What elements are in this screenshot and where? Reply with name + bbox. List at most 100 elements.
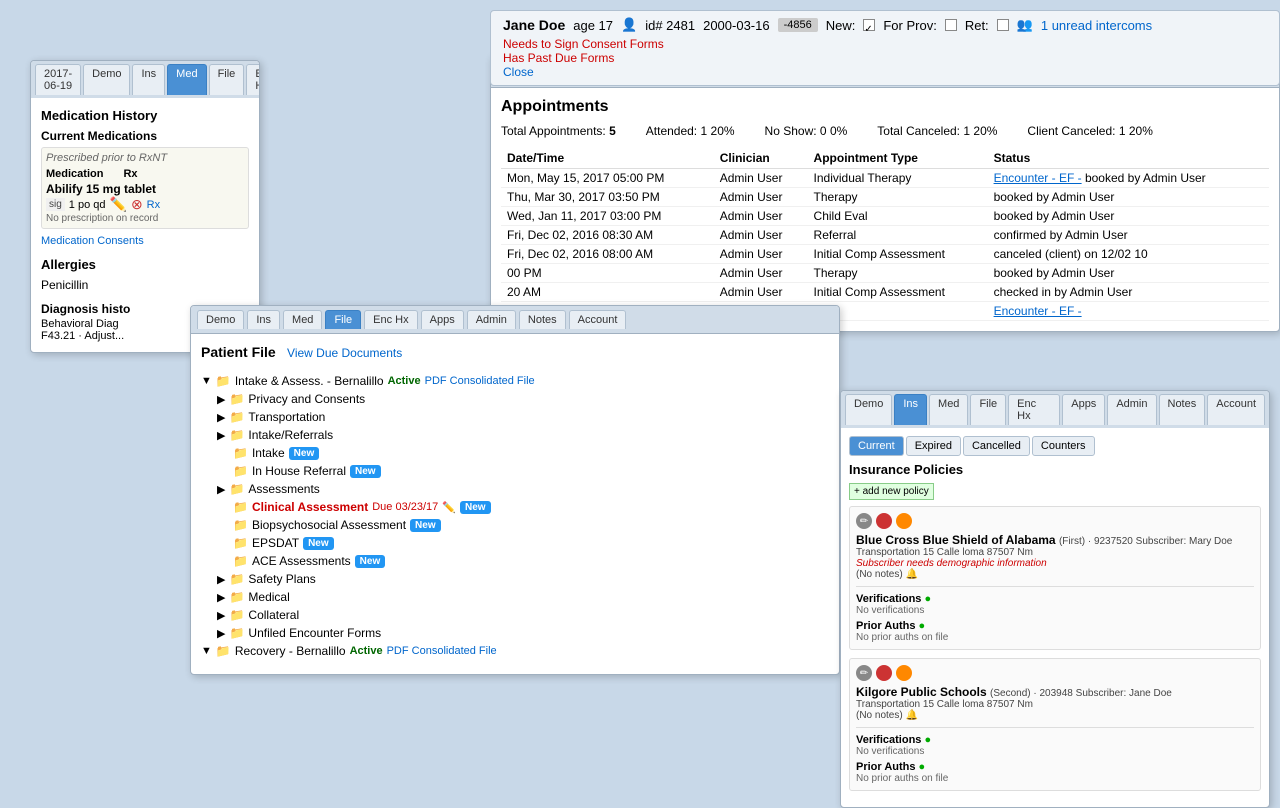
tab-med-file[interactable]: Med	[283, 310, 322, 329]
intercoms-count[interactable]: 1 unread intercoms	[1041, 18, 1152, 33]
tab-med-ins[interactable]: Med	[929, 394, 968, 425]
close-link[interactable]: Close	[503, 65, 1267, 79]
tab-ins-med[interactable]: Ins	[132, 64, 165, 95]
delete-icon[interactable]: ⊗	[131, 196, 143, 213]
tree-item-8[interactable]: 📁Biopsychosocial Assessment New	[201, 516, 829, 534]
ins-tab-current[interactable]: Current	[849, 436, 904, 456]
tab-ins-file[interactable]: Ins	[247, 310, 280, 329]
edit-icon[interactable]: ✏️	[110, 196, 127, 213]
rx-link[interactable]: Rx	[147, 199, 160, 211]
status-checkbox[interactable]	[863, 19, 875, 31]
tab-med-med[interactable]: Med	[167, 64, 206, 95]
appt-status: canceled (client) on 12/02 10	[988, 245, 1269, 264]
encounter-link-0[interactable]: Encounter - EF -	[994, 171, 1082, 185]
active-badge-0: Active	[388, 375, 421, 387]
tree-item-6[interactable]: ▶📁Assessments	[201, 480, 829, 498]
folder-icon-8: 📁	[233, 518, 248, 532]
alert-past-due[interactable]: Has Past Due Forms	[503, 51, 1267, 65]
edit-ins-icon-1[interactable]: ✏	[856, 665, 872, 681]
pdf-link-15[interactable]: PDF Consolidated File	[387, 645, 497, 657]
tree-label-10: ACE Assessments	[252, 554, 351, 568]
tree-item-11[interactable]: ▶📁Safety Plans	[201, 570, 829, 588]
add-policy-btn[interactable]: + add new policy	[849, 483, 934, 500]
appointments-table: Date/Time Clinician Appointment Type Sta…	[501, 148, 1269, 321]
tab-admin-ins[interactable]: Admin	[1107, 394, 1156, 425]
apps-panel: 2017-06-19 Demo Ins Med File Enc Hx Apps…	[490, 55, 1280, 332]
appt-clinician: Admin User	[714, 283, 808, 302]
tree-item-1[interactable]: ▶📁Privacy and Consents	[201, 390, 829, 408]
tab-file-ins[interactable]: File	[970, 394, 1006, 425]
tree-label-9: EPSDAT	[252, 536, 299, 550]
folder-icon-9: 📁	[233, 536, 248, 550]
policy-notes-1: (No notes) 🔔	[856, 710, 1254, 721]
tab-notes-ins[interactable]: Notes	[1159, 394, 1206, 425]
appt-row-5: 00 PM Admin User Therapy booked by Admin…	[501, 264, 1269, 283]
tree-item-7[interactable]: 📁Clinical Assessment Due 03/23/17 ✏️ New	[201, 498, 829, 516]
tab-date-med[interactable]: 2017-06-19	[35, 64, 81, 95]
encounter-link-7[interactable]: Encounter - EF -	[994, 304, 1082, 318]
view-due-docs-link[interactable]: View Due Documents	[287, 346, 402, 360]
tab-apps-file[interactable]: Apps	[421, 310, 464, 329]
edit-icon-7[interactable]: ✏️	[442, 501, 456, 514]
medication-consents-link[interactable]: Medication Consents	[41, 235, 249, 247]
tab-apps-ins[interactable]: Apps	[1062, 394, 1105, 425]
tab-demo-ins[interactable]: Demo	[845, 394, 892, 425]
tree-label-5: In House Referral	[252, 464, 346, 478]
appt-datetime: Fri, Dec 02, 2016 08:30 AM	[501, 226, 714, 245]
tree-item-13[interactable]: ▶📁Collateral	[201, 606, 829, 624]
tree-item-14[interactable]: ▶📁Unfiled Encounter Forms	[201, 624, 829, 642]
tab-demo-med[interactable]: Demo	[83, 64, 130, 95]
tab-demo-file[interactable]: Demo	[197, 310, 244, 329]
patient-dob: 2000-03-16	[703, 18, 770, 33]
tree-label-8: Biopsychosocial Assessment	[252, 518, 406, 532]
ins-status-tabs: Current Expired Cancelled Counters	[849, 436, 1261, 456]
expand-icon-15: ▼	[201, 645, 212, 657]
tree-item-12[interactable]: ▶📁Medical	[201, 588, 829, 606]
ins-policies-list: ✏ Blue Cross Blue Shield of Alabama (Fir…	[849, 506, 1261, 791]
tab-admin-file[interactable]: Admin	[467, 310, 516, 329]
notes-icon-0[interactable]: 🔔	[905, 569, 917, 580]
tree-item-4[interactable]: 📁Intake New	[201, 444, 829, 462]
appt-clinician: Admin User	[714, 264, 808, 283]
ins-tab-expired[interactable]: Expired	[906, 436, 961, 456]
tree-item-3[interactable]: ▶📁Intake/Referrals	[201, 426, 829, 444]
folder-icon-3: 📁	[229, 428, 244, 442]
appt-status: checked in by Admin User	[988, 283, 1269, 302]
ins-tab-cancelled[interactable]: Cancelled	[963, 436, 1030, 456]
policy-warning-0: Subscriber needs demographic information	[856, 558, 1254, 569]
tab-file-file[interactable]: File	[325, 310, 361, 329]
tab-enchx-med[interactable]: Enc Hx	[246, 64, 260, 95]
tree-item-5[interactable]: 📁In House Referral New	[201, 462, 829, 480]
prov-checkbox[interactable]	[945, 19, 957, 31]
edit-ins-icon-0[interactable]: ✏	[856, 513, 872, 529]
tree-item-2[interactable]: ▶📁Transportation	[201, 408, 829, 426]
col-status: Status	[988, 148, 1269, 169]
active-badge-15: Active	[350, 645, 383, 657]
tree-item-10[interactable]: 📁ACE Assessments New	[201, 552, 829, 570]
tree-item-9[interactable]: 📁EPSDAT New	[201, 534, 829, 552]
tab-account-ins[interactable]: Account	[1207, 394, 1265, 425]
tree-item-15[interactable]: ▼ 📁 Recovery - Bernalillo Active PDF Conso…	[201, 642, 829, 660]
tab-enchx-file[interactable]: Enc Hx	[364, 310, 417, 329]
tab-ins-ins[interactable]: Ins	[894, 394, 927, 425]
tree-item-0[interactable]: ▼📁Intake & Assess. - Bernalillo Active P…	[201, 372, 829, 390]
file-tree: ▼📁Intake & Assess. - Bernalillo Active P…	[201, 368, 829, 664]
notes-icon-1[interactable]: 🔔	[905, 710, 917, 721]
tab-enchx-ins[interactable]: Enc Hx	[1008, 394, 1060, 425]
verifications-title-0: Verifications ●	[856, 593, 1254, 605]
tab-file-med[interactable]: File	[209, 64, 245, 95]
orange-icon-1	[896, 665, 912, 681]
prior-auths-text-1: No prior auths on file	[856, 773, 1254, 784]
alert-consent[interactable]: Needs to Sign Consent Forms	[503, 37, 1267, 51]
folder-icon-15: 📁	[216, 644, 231, 658]
tab-account-file[interactable]: Account	[569, 310, 627, 329]
ins-tab-counters[interactable]: Counters	[1032, 436, 1095, 456]
pdf-link-0[interactable]: PDF Consolidated File	[425, 375, 535, 387]
tree-label-4: Intake	[252, 446, 285, 460]
ret-checkbox[interactable]	[997, 19, 1009, 31]
badge-new-7: New	[460, 501, 491, 514]
col-type: Appointment Type	[808, 148, 988, 169]
tab-notes-file[interactable]: Notes	[519, 310, 566, 329]
tree-label-15: Recovery - Bernalillo	[235, 644, 346, 658]
verifications-text-0: No verifications	[856, 605, 1254, 616]
